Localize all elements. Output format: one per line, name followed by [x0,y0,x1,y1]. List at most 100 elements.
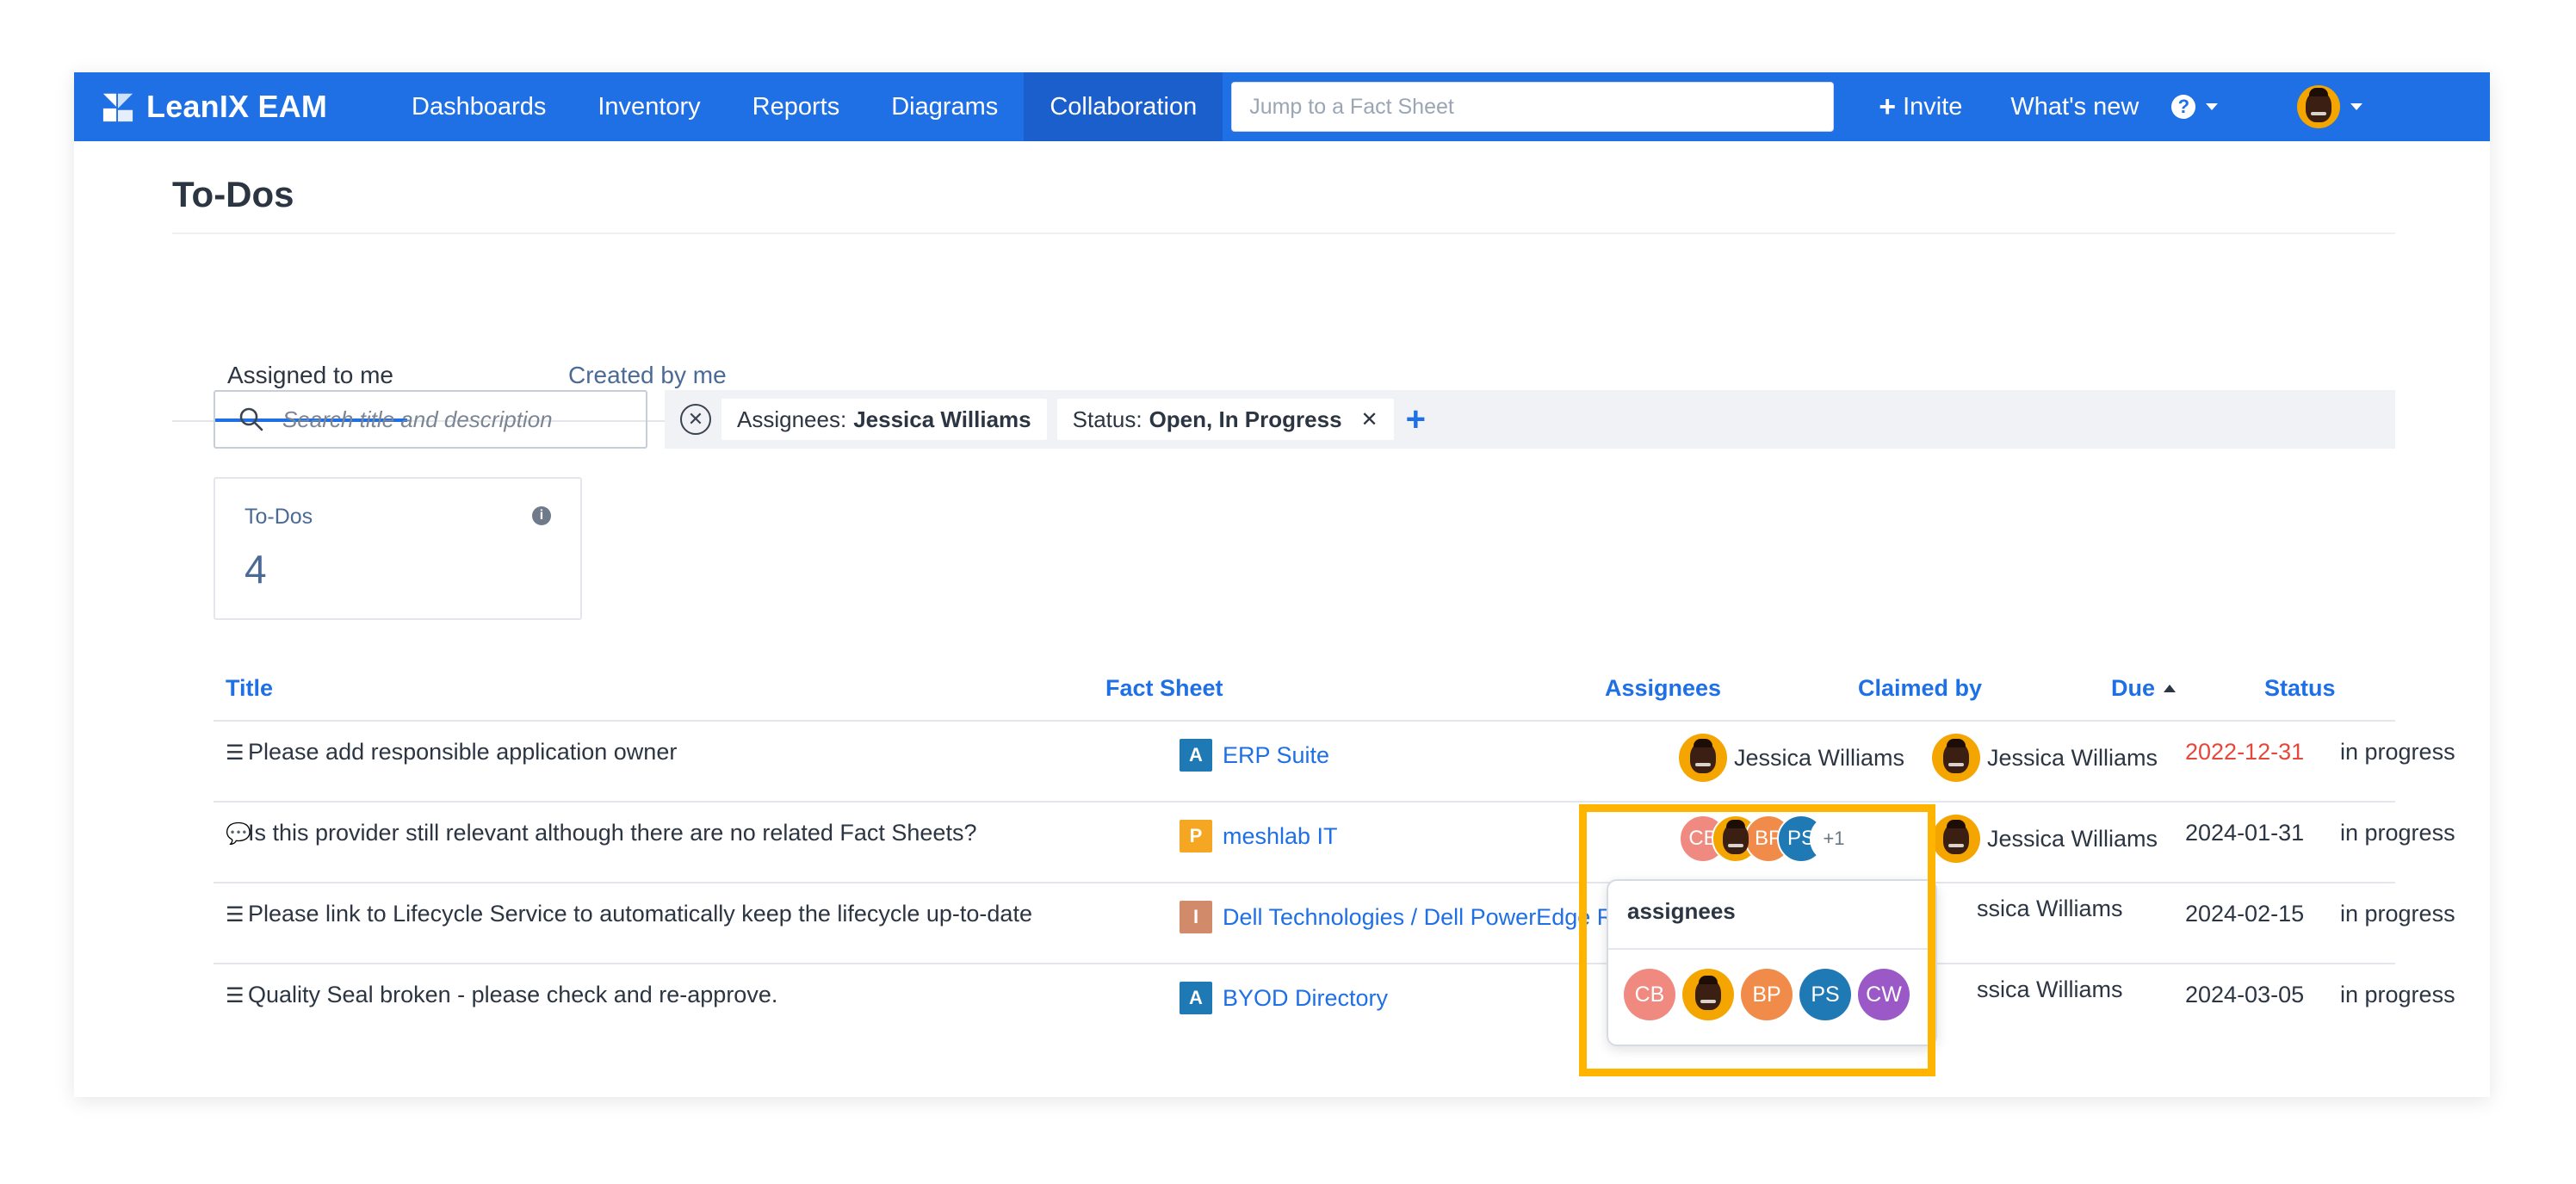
avatar[interactable]: CW [1858,969,1910,1020]
remove-filter-icon[interactable]: ✕ [1361,407,1378,432]
plus-icon: + [1879,90,1897,123]
fact-sheet-type-badge: I [1180,901,1212,933]
column-header-title[interactable]: Title [226,675,273,702]
nav-dashboards[interactable]: Dashboards [386,72,572,141]
question-circle-icon: ? [2171,95,2196,119]
brand-name: LeanIX EAM [146,89,328,124]
claimed-by-cell: Jessica Williams [1932,734,2158,782]
assignees-avatar-stack[interactable]: CB BP PS +1 [1679,815,1858,863]
claimed-by-name: Jessica Williams [1987,744,2158,771]
claimed-by-name: ssica Williams [1977,896,2123,921]
popover-avatar-list: CB BP PS CW [1624,969,1917,1020]
add-filter-icon[interactable]: + [1406,400,1426,439]
fact-sheet-link[interactable]: ERP Suite [1223,742,1329,769]
checklist-icon: ☰ [226,741,245,765]
table-row[interactable]: ☰ Please add responsible application own… [214,720,2455,803]
todo-title[interactable]: Quality Seal broken - please check and r… [248,982,777,1008]
user-photo-icon [1695,976,1721,1010]
fact-sheet-link[interactable]: meshlab IT [1223,823,1338,850]
info-icon[interactable]: i [532,506,551,525]
avatar [1679,734,1727,782]
avatar-stack[interactable]: CB BP PS +1 [1679,815,1858,863]
due-date: 2024-01-31 [2185,820,2305,846]
avatar [1932,815,1980,863]
popover-divider [1608,948,1935,950]
search-icon [239,407,263,431]
fact-sheet-cell[interactable]: A ERP Suite [1180,739,1329,772]
avatar[interactable]: PS [1799,969,1851,1020]
nav-collaboration[interactable]: Collaboration [1024,72,1223,141]
leanix-logo-icon [102,93,133,122]
fact-sheet-cell[interactable]: I Dell Technologies / Dell PowerEdge R64… [1180,901,1652,933]
chevron-down-icon [2350,103,2363,110]
due-date: 2022-12-31 [2185,739,2305,765]
comment-icon: 💬 [226,822,251,846]
user-photo-icon [1943,739,1969,773]
user-photo-icon [1690,739,1716,773]
nav-diagrams[interactable]: Diagrams [865,72,1024,141]
claimed-by-cell: Jessica Williams [1932,815,2158,863]
card-label: To-Dos [245,505,313,529]
nav-right-group: + Invite What's new ? [1855,72,2363,141]
claimed-by-name: ssica Williams [1977,976,2123,1002]
todo-title[interactable]: Please link to Lifecycle Service to auto… [248,901,1032,927]
todo-search-input[interactable] [281,405,629,434]
invite-button[interactable]: + Invite [1855,72,1986,141]
checklist-icon: ☰ [226,903,245,927]
chevron-down-icon [2206,103,2219,110]
clear-filters-icon[interactable]: ✕ [680,404,711,435]
more-assignees-badge[interactable]: +1 [1810,815,1858,863]
assignees-popover: assignees CB BP PS CW [1607,879,1937,1046]
claimed-by-name: Jessica Williams [1987,825,2158,852]
column-header-status[interactable]: Status [2264,675,2336,702]
filter-chip-value: Jessica Williams [853,406,1031,432]
claimed-by-cell: ssica Williams [1970,976,2123,1003]
column-header-claimed-by[interactable]: Claimed by [1858,675,1982,702]
filter-chip-value: Open, In Progress [1149,406,1342,432]
due-date: 2024-02-15 [2185,901,2305,927]
table-row[interactable]: 💬 Is this provider still relevant althou… [214,801,2455,883]
column-header-assignees[interactable]: Assignees [1605,675,1721,702]
table-row[interactable]: ☰ Please link to Lifecycle Service to au… [214,882,2455,964]
filter-chip-status[interactable]: Status: Open, In Progress ✕ [1056,399,1394,440]
table-header: Title Fact Sheet Assignees Claimed by Du… [74,675,2490,706]
sort-ascending-icon [2164,685,2177,692]
column-header-due[interactable]: Due [2111,675,2177,702]
fact-sheet-search[interactable] [1231,82,1835,132]
fact-sheet-search-input[interactable] [1248,93,1818,121]
filter-bar: ✕ Assignees: Jessica Williams Status: Op… [665,390,2395,449]
claimed-by-cell: ssica Williams [1970,896,2123,922]
avatar[interactable]: BP [1741,969,1793,1020]
avatar[interactable]: CB [1624,969,1675,1020]
whats-new-link[interactable]: What's new [1986,72,2163,141]
user-photo-icon [1723,820,1749,854]
table-row[interactable]: ☰ Quality Seal broken - please check and… [214,963,2455,1045]
status-text: in progress [2340,820,2455,846]
checklist-icon: ☰ [226,984,245,1007]
assignee-name: Jessica Williams [1734,744,1905,771]
filter-chip-assignees[interactable]: Assignees: Jessica Williams [721,399,1047,440]
nav-inventory[interactable]: Inventory [572,72,726,141]
user-menu[interactable] [2297,85,2363,128]
avatar[interactable] [1682,969,1734,1020]
fact-sheet-link[interactable]: BYOD Directory [1223,985,1388,1012]
help-menu[interactable]: ? [2171,95,2219,119]
fact-sheet-cell[interactable]: P meshlab IT [1180,820,1338,852]
brand-logo[interactable]: LeanIX EAM [102,89,386,125]
nav-reports[interactable]: Reports [727,72,866,141]
user-photo-icon [2306,88,2332,122]
invite-label: Invite [1903,92,1963,121]
app-window: LeanIX EAM Dashboards Inventory Reports … [74,72,2490,1097]
todo-title[interactable]: Please add responsible application owner [248,739,677,766]
page-title: To-Dos [172,174,294,214]
todo-title[interactable]: Is this provider still relevant although… [248,820,976,846]
fact-sheet-link[interactable]: Dell Technologies / Dell PowerEdge R640 [1223,904,1652,931]
todo-search[interactable] [214,390,647,449]
todo-count-card: To-Dos i 4 [214,477,582,620]
column-header-fact-sheet[interactable]: Fact Sheet [1105,675,1223,702]
status-text: in progress [2340,982,2455,1007]
avatar [1932,734,1980,782]
assignees-cell[interactable]: Jessica Williams [1679,734,1904,782]
user-photo-icon [1943,820,1969,854]
fact-sheet-cell[interactable]: A BYOD Directory [1180,982,1388,1014]
